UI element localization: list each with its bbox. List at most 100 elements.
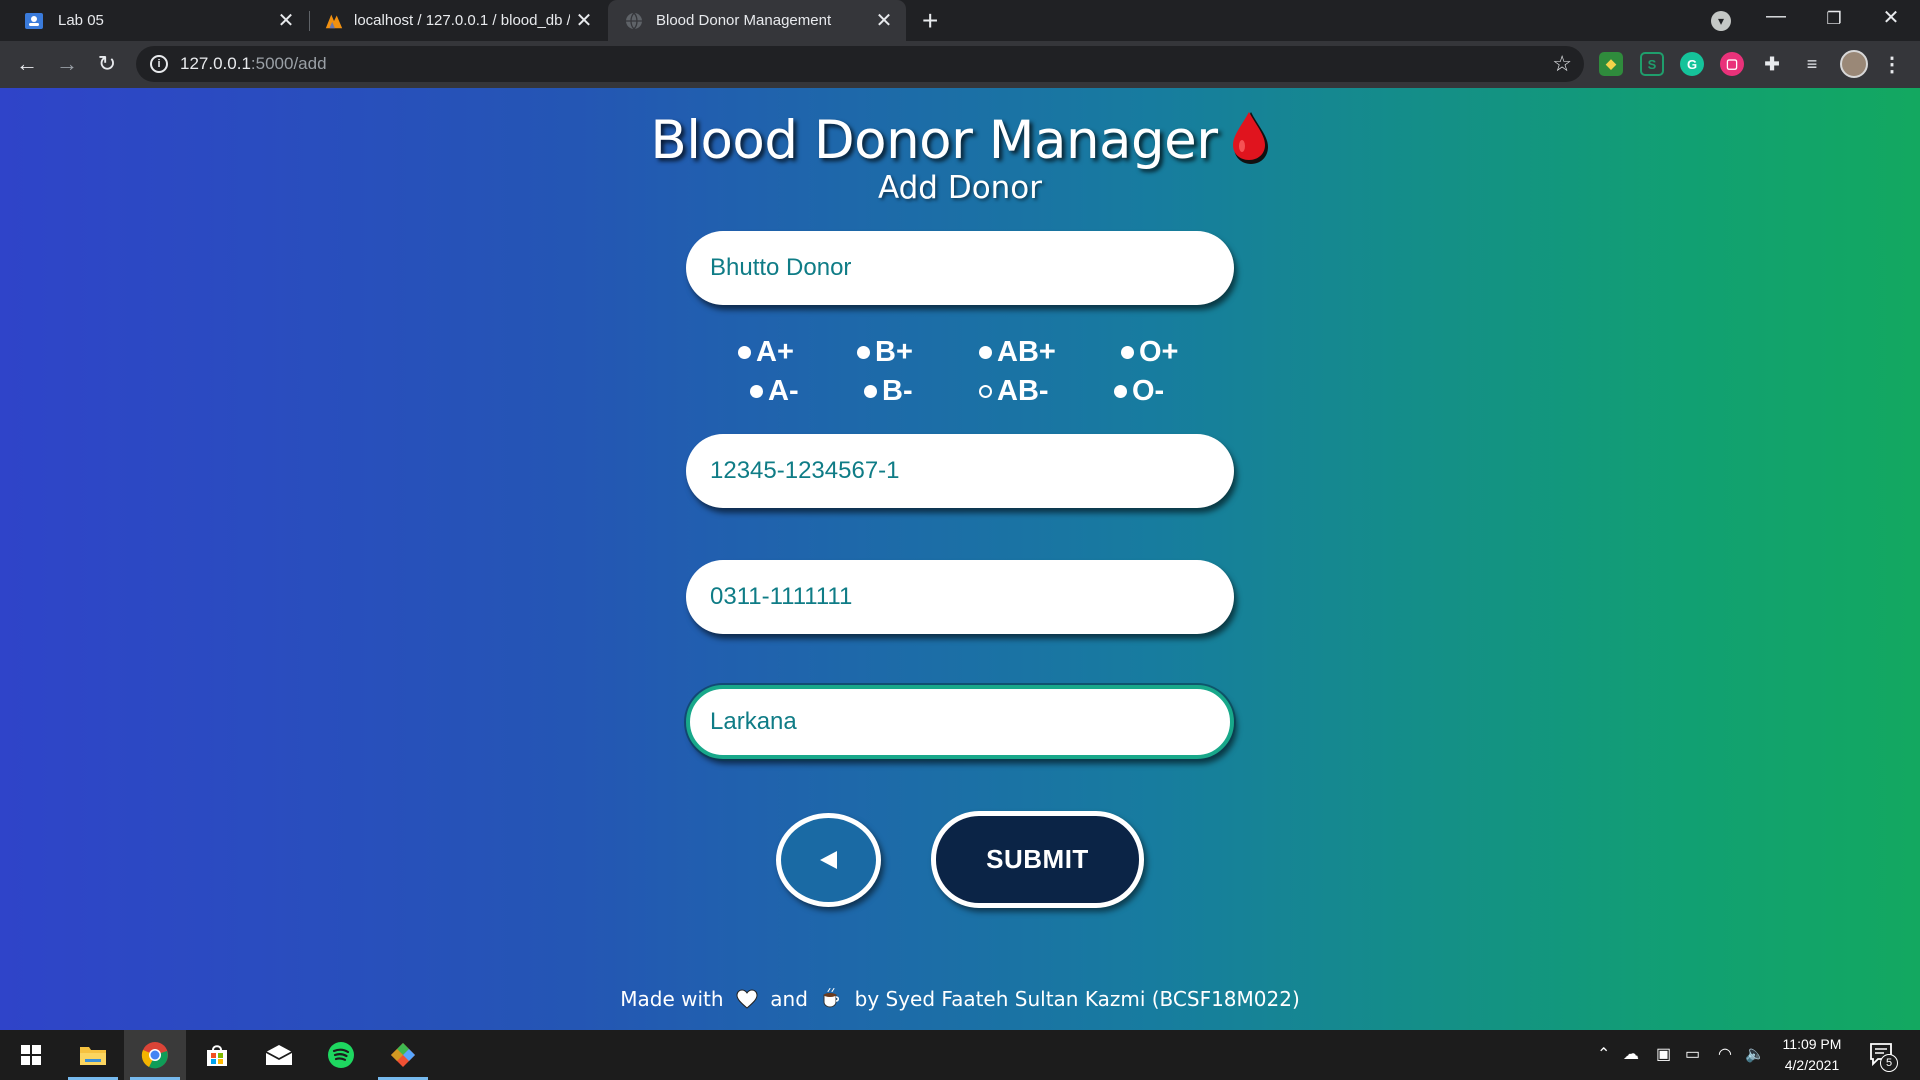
phone-value: 0311-1111111 xyxy=(710,583,853,610)
page-title: Blood Donor Manager xyxy=(650,110,1218,171)
url-host: 127.0.0.1 xyxy=(180,54,251,73)
page-content: Blood Donor Manager Add Donor Bhutto Don… xyxy=(0,88,1920,1030)
donor-name-value: Bhutto Donor xyxy=(710,254,852,281)
submit-button[interactable]: SUBMIT xyxy=(931,811,1144,908)
footer-made-with: Made with xyxy=(620,987,724,1011)
system-clock[interactable]: 11:09 PM 4/2/2021 xyxy=(1762,1034,1862,1076)
site-info-icon[interactable]: i xyxy=(150,55,168,73)
profile-avatar[interactable] xyxy=(1840,50,1868,78)
grammarly-icon[interactable]: G xyxy=(1680,52,1704,76)
tab-close-icon[interactable]: ✕ xyxy=(570,8,598,33)
blood-group-row-negative: A- B- AB- O- xyxy=(0,374,1920,408)
back-arrow-icon[interactable]: ← xyxy=(12,49,42,79)
radio-dot xyxy=(1121,345,1134,359)
title-row: Blood Donor Manager xyxy=(0,108,1920,171)
clock-date: 4/2/2021 xyxy=(1784,1057,1840,1073)
bookmark-star-icon[interactable]: ☆ xyxy=(1552,51,1572,77)
radio-dot-selected xyxy=(979,384,992,398)
radio-label: O+ xyxy=(1139,335,1179,368)
radio-dot xyxy=(1114,384,1127,398)
wifi-icon[interactable]: ◠ xyxy=(1718,1044,1732,1064)
url-path: :5000/add xyxy=(250,54,327,73)
restore-icon[interactable]: ❐ xyxy=(1814,9,1854,29)
more-menu-icon[interactable]: ⋮ xyxy=(1880,52,1904,76)
phpmyadmin-icon xyxy=(324,11,344,31)
microsoft-store-icon[interactable] xyxy=(186,1030,248,1080)
tab-title: localhost / 127.0.0.1 / blood_db / xyxy=(354,12,570,29)
extension-s-icon[interactable]: S xyxy=(1640,52,1664,76)
notification-count-badge: 5 xyxy=(1880,1054,1898,1072)
back-triangle-icon xyxy=(819,851,837,869)
radio-label: A- xyxy=(768,374,799,407)
footer-credit: Made with and by Syed Faateh Sultan Kazm… xyxy=(0,987,1920,1011)
globe-icon xyxy=(624,11,644,31)
blood-drop-icon xyxy=(1232,112,1268,164)
extension-pink-icon[interactable]: ▢ xyxy=(1720,52,1744,76)
tab-close-icon[interactable]: ✕ xyxy=(272,8,300,33)
tab-blood-donor-management[interactable]: Blood Donor Management ✕ xyxy=(608,0,906,41)
cnic-input[interactable]: 12345-1234567-1 xyxy=(686,434,1234,508)
battery-icon[interactable]: ▭ xyxy=(1685,1044,1700,1064)
forward-arrow-icon[interactable]: → xyxy=(52,49,82,79)
windows-start-icon[interactable] xyxy=(0,1030,62,1080)
phone-input[interactable]: 0311-1111111 xyxy=(686,560,1234,634)
radio-b-negative[interactable]: B- xyxy=(864,374,913,408)
tab-lab05[interactable]: Lab 05 ✕ xyxy=(0,0,308,41)
classroom-icon xyxy=(24,11,44,31)
radio-dot xyxy=(738,345,751,359)
tab-search-icon[interactable]: ▾ xyxy=(1711,11,1731,31)
radio-o-negative[interactable]: O- xyxy=(1114,374,1164,408)
radio-ab-negative[interactable]: AB- xyxy=(979,374,1049,408)
city-value: Larkana xyxy=(710,708,797,735)
address-bar[interactable]: i 127.0.0.1:5000/add ☆ xyxy=(136,46,1584,82)
radio-dot xyxy=(857,345,870,359)
tab-close-icon[interactable]: ✕ xyxy=(870,8,898,33)
cnic-value: 12345-1234567-1 xyxy=(710,457,900,484)
minimize-icon[interactable]: — xyxy=(1756,5,1796,28)
radio-dot xyxy=(864,384,877,398)
coffee-icon xyxy=(823,987,840,1008)
window-close-icon[interactable]: ✕ xyxy=(1871,5,1911,30)
radio-label: A+ xyxy=(756,335,794,368)
radio-label: B+ xyxy=(875,335,913,368)
chrome-icon[interactable] xyxy=(124,1030,186,1080)
radio-a-positive[interactable]: A+ xyxy=(738,335,794,369)
tab-phpmyadmin[interactable]: localhost / 127.0.0.1 / blood_db / ✕ xyxy=(310,0,606,41)
onedrive-icon[interactable]: ☁ xyxy=(1623,1044,1639,1064)
radio-ab-positive[interactable]: AB+ xyxy=(979,335,1056,369)
clock-time: 11:09 PM xyxy=(1782,1036,1842,1052)
tab-title: Lab 05 xyxy=(58,12,104,29)
radio-dot xyxy=(979,345,992,359)
reload-icon[interactable]: ↻ xyxy=(92,49,122,79)
donor-name-input[interactable]: Bhutto Donor xyxy=(686,231,1234,305)
radio-a-negative[interactable]: A- xyxy=(750,374,799,408)
heart-icon xyxy=(736,989,758,1009)
extension-palette-icon[interactable]: ◆ xyxy=(1599,52,1623,76)
extensions-puzzle-icon[interactable]: ✚ xyxy=(1760,52,1784,76)
new-tab-icon[interactable]: + xyxy=(922,5,938,37)
radio-label: AB- xyxy=(997,374,1049,407)
radio-b-positive[interactable]: B+ xyxy=(857,335,913,369)
radio-label: B- xyxy=(882,374,913,407)
radio-dot xyxy=(750,384,763,398)
spotify-icon[interactable] xyxy=(310,1030,372,1080)
footer-and: and xyxy=(770,987,808,1011)
city-input[interactable]: Larkana xyxy=(686,685,1234,759)
mail-icon[interactable] xyxy=(248,1030,310,1080)
radio-label: O- xyxy=(1132,374,1165,407)
file-explorer-icon[interactable] xyxy=(62,1030,124,1080)
meet-now-icon[interactable]: ▣ xyxy=(1656,1044,1671,1064)
windows-taskbar: ⌃ ☁ ▣ ▭ ◠ 🔈 11:09 PM 4/2/2021 5 xyxy=(0,1030,1920,1080)
browser-toolbar: ← → ↻ i 127.0.0.1:5000/add ☆ ◆ S G ▢ ✚ ≡… xyxy=(0,41,1920,88)
blood-group-row-positive: A+ B+ AB+ O+ xyxy=(0,335,1920,369)
radio-o-positive[interactable]: O+ xyxy=(1121,335,1179,369)
back-button[interactable] xyxy=(776,813,881,907)
tray-overflow-icon[interactable]: ⌃ xyxy=(1597,1044,1610,1064)
radio-label: AB+ xyxy=(997,335,1056,368)
media-queue-icon[interactable]: ≡ xyxy=(1800,52,1824,76)
page-subtitle: Add Donor xyxy=(877,170,1043,206)
browser-tab-bar: Lab 05 ✕ localhost / 127.0.0.1 / blood_d… xyxy=(0,0,1920,41)
tab-title: Blood Donor Management xyxy=(656,12,832,29)
git-kraken-icon[interactable] xyxy=(372,1030,434,1080)
footer-author: by Syed Faateh Sultan Kazmi (BCSF18M022) xyxy=(854,987,1300,1011)
